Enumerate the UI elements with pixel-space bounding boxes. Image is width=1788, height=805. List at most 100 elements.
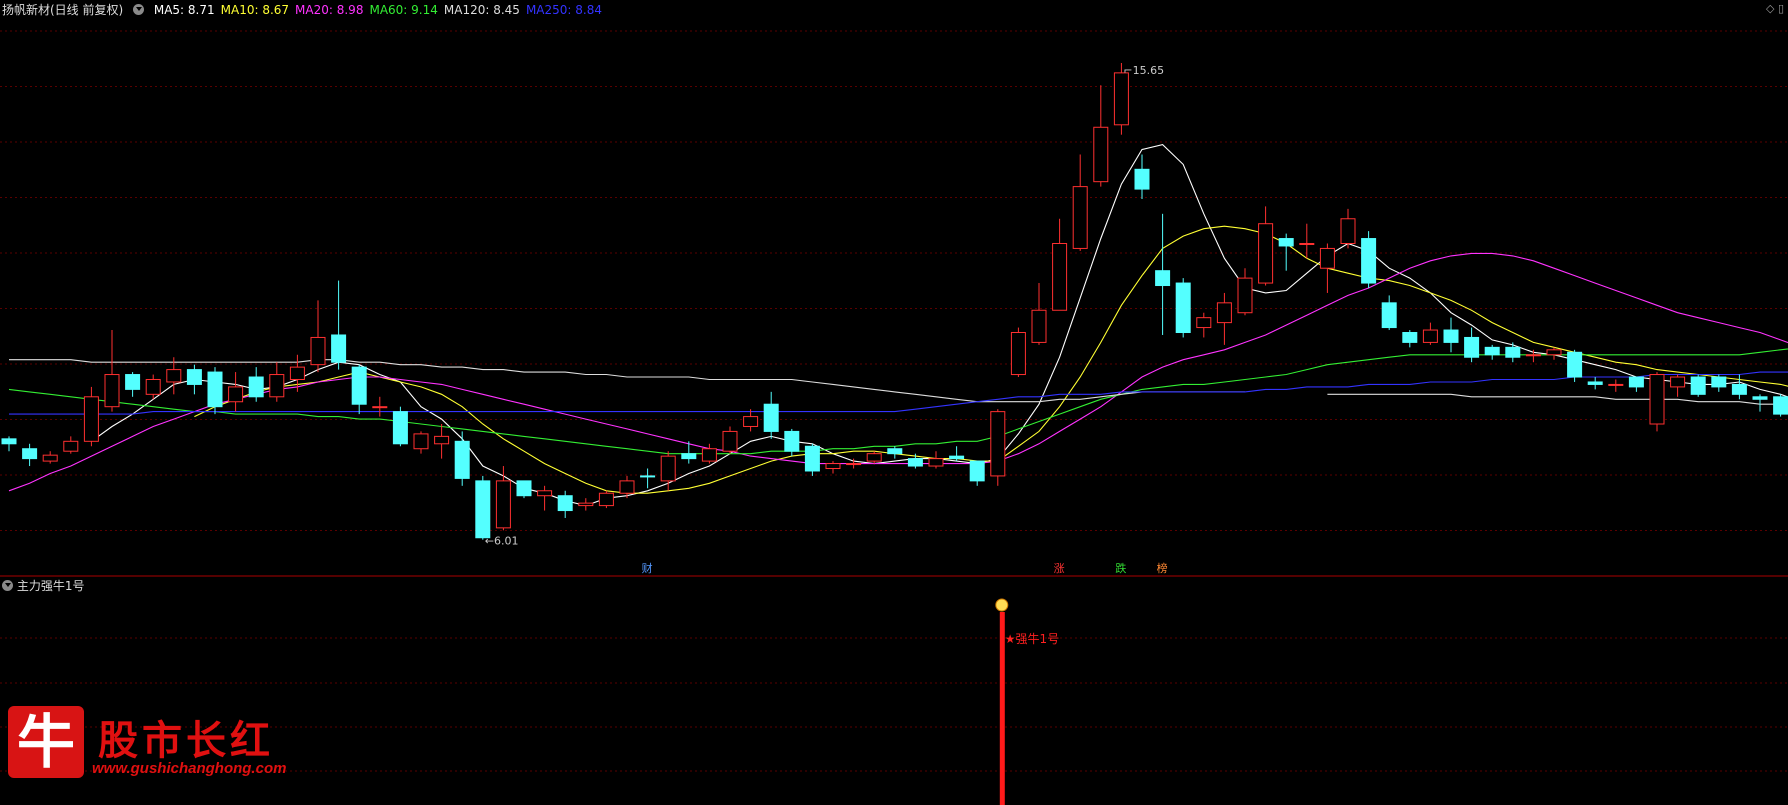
candle-body xyxy=(228,386,244,403)
candle-body xyxy=(1525,354,1541,357)
candle-body xyxy=(310,336,326,366)
candle-body xyxy=(598,492,614,507)
candle-body xyxy=(557,495,573,512)
ma-line-ma60 xyxy=(8,348,1788,455)
candle-body xyxy=(1319,247,1335,269)
candle-body xyxy=(846,463,862,466)
watermark-logo: 牛 股市长红 www.gushichanghong.com xyxy=(2,700,292,780)
logo-url: www.gushichanghong.com xyxy=(92,760,287,777)
candle-body xyxy=(928,458,944,467)
candle-body xyxy=(1567,351,1583,378)
ma-legend-item: MA60: 9.14 xyxy=(369,3,438,17)
candle-body xyxy=(434,435,450,445)
candle-body xyxy=(145,378,161,395)
candle-body xyxy=(1649,374,1665,425)
candle-body xyxy=(701,448,717,462)
candle-body xyxy=(763,403,779,432)
money-bag-icon xyxy=(995,598,1009,612)
candle-body xyxy=(1381,302,1397,329)
candle-body xyxy=(125,374,141,390)
stock-title: 扬帆新材(日线 前复权) xyxy=(2,3,124,17)
candle-body xyxy=(907,458,923,467)
candle-body xyxy=(804,445,820,472)
candle-body xyxy=(248,376,264,398)
candle-body xyxy=(784,430,800,452)
ma-legend-item: MA10: 8.67 xyxy=(220,3,290,17)
candle-body xyxy=(1587,381,1603,385)
candle-body xyxy=(722,430,738,452)
candle-body xyxy=(495,480,511,529)
candle-body xyxy=(42,454,58,462)
logo-mark: 牛 xyxy=(8,706,84,778)
candle-body xyxy=(1072,186,1088,249)
candle-body xyxy=(166,369,182,383)
candle-body xyxy=(578,502,594,507)
candle-body xyxy=(186,369,202,385)
signal-label: ★强牛1号 xyxy=(1005,631,1059,646)
candle-body xyxy=(392,411,408,445)
ma-legend-item: MA250: 8.84 xyxy=(525,3,602,17)
candle-body xyxy=(454,440,470,479)
ma-legend-item: MA20: 8.98 xyxy=(295,3,364,17)
candle-body xyxy=(1711,376,1727,388)
candle-body xyxy=(1155,270,1171,287)
candle-body xyxy=(640,475,656,478)
candle-body xyxy=(990,411,1006,477)
chart-header: 扬帆新材(日线 前复权) MA5: 8.71 MA10: 8.67 MA20: 8.… xyxy=(2,1,614,18)
candle-body xyxy=(1505,346,1521,358)
candle-body xyxy=(104,374,120,408)
candle-body xyxy=(1464,336,1480,358)
candle-body xyxy=(1237,277,1253,314)
candle-body xyxy=(1443,329,1459,343)
candle-body xyxy=(1052,242,1068,311)
candle-body xyxy=(1690,376,1706,395)
candle-body xyxy=(269,374,285,398)
sub-panel-dropdown-icon[interactable] xyxy=(2,580,13,591)
event-marker: 跌 xyxy=(1115,561,1126,575)
window-controls[interactable]: ◇ ▯ xyxy=(1766,2,1784,15)
candle-body xyxy=(516,480,532,497)
candle-body xyxy=(1031,309,1047,343)
candle-body xyxy=(1422,329,1438,343)
high-price-label: ⌐15.65 xyxy=(1123,64,1164,77)
candle-body xyxy=(83,396,99,442)
candle-body xyxy=(681,453,697,460)
candle-body xyxy=(1546,349,1562,356)
candle-body xyxy=(63,440,79,452)
ma-legend: MA5: 8.71 MA10: 8.67 MA20: 8.98 MA60: 9.14 M… xyxy=(154,3,608,17)
ma-legend-item: MA120: 8.45 xyxy=(443,3,520,17)
event-marker: 榜 xyxy=(1157,561,1168,575)
candle-body xyxy=(619,480,635,494)
candle-body xyxy=(1402,332,1418,343)
candle-body xyxy=(537,490,553,497)
event-marker: 涨 xyxy=(1054,562,1065,575)
low-price-label: ←6.01 xyxy=(485,535,519,548)
candlestick-chart[interactable]: ⌐15.65 ←6.01 财 涨 跌 榜 ★强牛1号 xyxy=(0,0,1788,805)
candle-body xyxy=(1670,376,1686,388)
candle-body xyxy=(825,463,841,470)
event-marker: 财 xyxy=(642,561,653,575)
ma-line-ma20 xyxy=(8,252,1788,492)
candle-body xyxy=(866,453,882,462)
candle-body xyxy=(969,460,985,482)
candle-body xyxy=(1010,332,1026,376)
candle-body xyxy=(887,448,903,455)
candle-body xyxy=(660,455,676,482)
candle-body xyxy=(1134,168,1150,190)
candle-body xyxy=(1278,238,1294,247)
candle-body xyxy=(1340,218,1356,244)
candle-body xyxy=(743,416,759,427)
candle-body xyxy=(1608,383,1624,386)
candle-body xyxy=(289,366,305,380)
window-controls-icon[interactable]: ◇ ▯ xyxy=(1766,2,1784,15)
dropdown-toggle-icon[interactable] xyxy=(133,4,145,15)
candle-body xyxy=(413,433,429,450)
candle-body xyxy=(1113,72,1129,126)
candle-body xyxy=(1175,282,1191,334)
candle-body xyxy=(207,371,223,408)
logo-title: 股市长红 xyxy=(98,717,274,764)
ma-legend-item: MA5: 8.71 xyxy=(153,3,215,17)
candle-body xyxy=(1,438,17,445)
candle-body xyxy=(475,480,491,539)
candle-body xyxy=(1773,396,1788,415)
